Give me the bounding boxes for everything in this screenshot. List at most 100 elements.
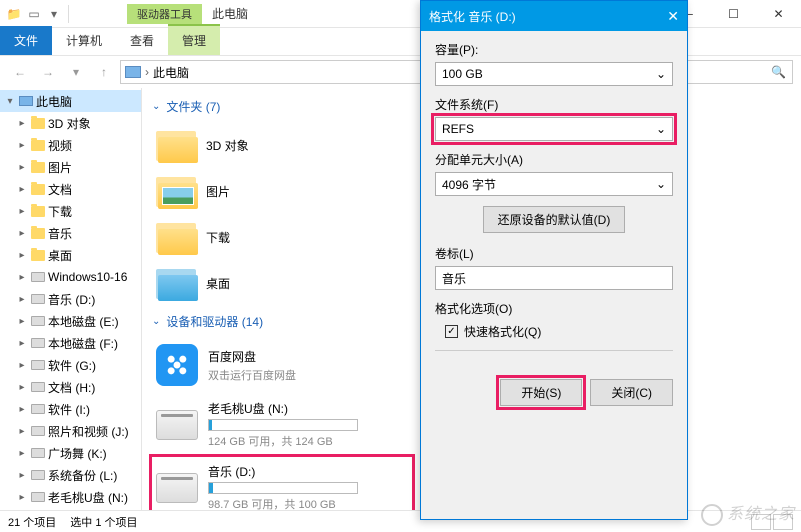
expand-icon[interactable]: ▸	[16, 470, 28, 481]
drive-tools-contextual-tab[interactable]: 驱动器工具	[127, 4, 202, 24]
folder-item[interactable]: 图片	[152, 169, 402, 213]
properties-icon[interactable]: ▭	[26, 6, 42, 22]
device-music-drive[interactable]: 音乐 (D:) 98.7 GB 可用，共 100 GB	[152, 457, 412, 510]
device-name: 百度网盘	[208, 348, 408, 365]
tree-node[interactable]: ▸3D 对象	[0, 112, 141, 134]
expand-icon[interactable]: ▸	[16, 492, 28, 503]
expand-icon[interactable]: ▸	[16, 360, 28, 371]
tree-node[interactable]: ▸ 视频	[0, 134, 141, 156]
tree-node[interactable]: ▸ 文档	[0, 178, 141, 200]
folder-name: 下载	[206, 229, 230, 246]
filesystem-label: 文件系统(F)	[435, 96, 673, 113]
drive-icon	[156, 473, 198, 503]
expand-icon[interactable]: ▸	[16, 316, 28, 327]
expand-icon[interactable]: ▾	[4, 96, 16, 107]
folder-name: 3D 对象	[206, 137, 249, 154]
tree-node[interactable]: ▸老毛桃U盘 (N:)	[0, 486, 141, 508]
expand-icon[interactable]: ▸	[16, 118, 28, 129]
expand-icon[interactable]: ▸	[16, 250, 28, 261]
filesystem-field: 文件系统(F) REFS⌄	[435, 96, 673, 141]
tree-node[interactable]: ▸ 音乐	[0, 222, 141, 244]
expand-icon[interactable]: ▸	[16, 272, 28, 283]
format-dialog: 格式化 音乐 (D:) ✕ 容量(P): 100 GB⌄ 文件系统(F) REF…	[420, 0, 688, 520]
folder-item[interactable]: 3D 对象	[152, 123, 402, 167]
qat-dropdown-icon[interactable]: ▾	[46, 6, 62, 22]
tree-node[interactable]: ▸Win10 (O:)	[0, 508, 141, 510]
folder-icon	[30, 247, 46, 263]
dialog-close-button[interactable]: ✕	[667, 8, 679, 25]
start-button[interactable]: 开始(S)	[500, 379, 582, 406]
drive-icon	[156, 410, 198, 440]
tree-label: 图片	[48, 159, 72, 176]
tree-label: 软件 (I:)	[48, 401, 90, 418]
tree-node[interactable]: ▸系统备份 (L:)	[0, 464, 141, 486]
tree-node[interactable]: ▸下载	[0, 200, 141, 222]
expand-icon[interactable]: ▸	[16, 426, 28, 437]
drive-icon	[30, 357, 46, 373]
tree-label: 桌面	[48, 247, 72, 264]
tree-label: 本地磁盘 (E:)	[48, 313, 119, 330]
expand-icon[interactable]: ▸	[16, 140, 28, 151]
volume-label-input[interactable]: 音乐	[435, 266, 673, 290]
device-baidu-netdisk[interactable]: 百度网盘 双击运行百度网盘	[152, 338, 412, 392]
restore-defaults-button[interactable]: 还原设备的默认值(D)	[483, 206, 626, 233]
tab-view[interactable]: 查看	[116, 26, 168, 55]
format-options-label: 格式化选项(O)	[435, 300, 673, 317]
quick-format-checkbox[interactable]: ✓ 快速格式化(Q)	[445, 323, 673, 340]
tree-node[interactable]: ▸ 本地磁盘 (E:)	[0, 310, 141, 332]
up-button[interactable]: ↑	[92, 60, 116, 84]
tree-node[interactable]: ▾此电脑	[0, 90, 141, 112]
volume-label-field: 卷标(L) 音乐	[435, 245, 673, 290]
device-usb-drive[interactable]: 老毛桃U盘 (N:) 124 GB 可用，共 124 GB	[152, 394, 412, 455]
tree-node[interactable]: ▸照片和视频 (J:)	[0, 420, 141, 442]
expand-icon[interactable]: ▸	[16, 448, 28, 459]
maximize-button[interactable]: ☐	[711, 0, 756, 28]
dialog-titlebar[interactable]: 格式化 音乐 (D:) ✕	[421, 1, 687, 31]
forward-button[interactable]: →	[36, 60, 60, 84]
tree-node[interactable]: ▸音乐 (D:)	[0, 288, 141, 310]
tree-node[interactable]: ▸ 桌面	[0, 244, 141, 266]
capacity-select[interactable]: 100 GB⌄	[435, 62, 673, 86]
folder-item[interactable]: 下载	[152, 215, 402, 259]
selection-count: 选中 1 个项目	[70, 514, 137, 530]
device-subtitle: 双击运行百度网盘	[208, 367, 408, 383]
breadcrumb-location[interactable]: 此电脑	[153, 64, 189, 81]
filesystem-select[interactable]: REFS⌄	[435, 117, 673, 141]
drive-icon	[30, 467, 46, 483]
tree-node[interactable]: ▸ 图片	[0, 156, 141, 178]
tab-manage[interactable]: 管理	[168, 24, 220, 55]
folder-icon	[30, 115, 46, 131]
recent-dropdown[interactable]: ▾	[64, 60, 88, 84]
tree-node[interactable]: ▸ 软件 (I:)	[0, 398, 141, 420]
tree-label: 视频	[48, 137, 72, 154]
drive-icon	[30, 313, 46, 329]
tree-node[interactable]: ▸本地磁盘 (F:)	[0, 332, 141, 354]
window-title: 此电脑	[212, 5, 248, 22]
expand-icon[interactable]: ▸	[16, 228, 28, 239]
expand-icon[interactable]: ▸	[16, 184, 28, 195]
tree-node[interactable]: ▸Windows10-16	[0, 266, 141, 288]
tree-node[interactable]: ▸广场舞 (K:)	[0, 442, 141, 464]
device-capacity: 98.7 GB 可用，共 100 GB	[208, 496, 408, 510]
tree-node[interactable]: ▸软件 (G:)	[0, 354, 141, 376]
expand-icon[interactable]: ▸	[16, 338, 28, 349]
close-button[interactable]: ✕	[756, 0, 801, 28]
quick-access-toolbar: 📁 ▭ ▾	[0, 5, 77, 23]
expand-icon[interactable]: ▸	[16, 206, 28, 217]
tab-file[interactable]: 文件	[0, 26, 52, 55]
allocation-label: 分配单元大小(A)	[435, 151, 673, 168]
tree-label: 音乐	[48, 225, 72, 242]
folder-name: 图片	[206, 183, 230, 200]
tab-computer[interactable]: 计算机	[52, 26, 116, 55]
navigation-tree[interactable]: ▾此电脑▸3D 对象▸视频▸图片▸文档▸下载▸音乐▸桌面▸Windows10-1…	[0, 88, 142, 510]
back-button[interactable]: ←	[8, 60, 32, 84]
close-dialog-button[interactable]: 关闭(C)	[590, 379, 673, 406]
expand-icon[interactable]: ▸	[16, 404, 28, 415]
tree-label: 文档	[48, 181, 72, 198]
expand-icon[interactable]: ▸	[16, 294, 28, 305]
folder-item[interactable]: 桌面	[152, 261, 402, 305]
expand-icon[interactable]: ▸	[16, 382, 28, 393]
expand-icon[interactable]: ▸	[16, 162, 28, 173]
allocation-select[interactable]: 4096 字节⌄	[435, 172, 673, 196]
tree-node[interactable]: ▸文档 (H:)	[0, 376, 141, 398]
